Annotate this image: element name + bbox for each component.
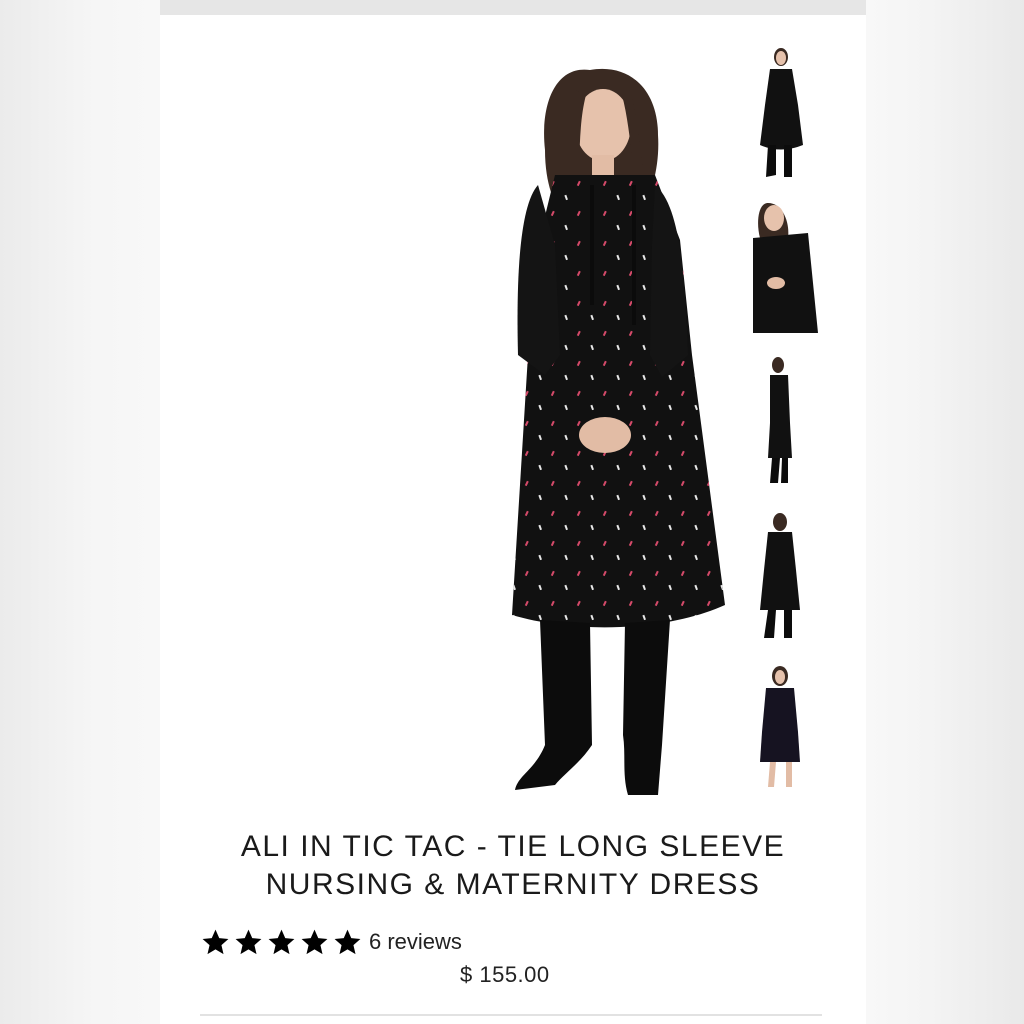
divider bbox=[200, 1014, 822, 1016]
product-title-line-2: NURSING & MATERNITY DRESS bbox=[265, 868, 761, 901]
top-bar bbox=[160, 0, 866, 15]
thumbnail-4[interactable] bbox=[748, 510, 818, 645]
star-icon bbox=[235, 929, 262, 954]
thumbnail-2[interactable] bbox=[748, 198, 818, 333]
page-margin-right bbox=[866, 0, 1024, 1024]
product-title: ALI IN TIC TAC - TIE LONG SLEEVE NURSING… bbox=[200, 828, 826, 904]
star-rating bbox=[200, 927, 363, 958]
main-product-image[interactable] bbox=[340, 55, 740, 800]
product-card: ALI IN TIC TAC - TIE LONG SLEEVE NURSING… bbox=[160, 0, 866, 1024]
star-icon bbox=[202, 929, 229, 954]
thumbnail-3[interactable] bbox=[748, 353, 818, 488]
thumbnail-5[interactable] bbox=[748, 662, 818, 797]
star-icon bbox=[301, 929, 328, 954]
star-icon bbox=[268, 929, 295, 954]
product-title-line-1: ALI IN TIC TAC - TIE LONG SLEEVE bbox=[240, 830, 786, 863]
product-rating[interactable]: 6 reviews bbox=[200, 926, 462, 958]
reviews-link[interactable]: 6 reviews bbox=[369, 929, 462, 955]
page-margin-left bbox=[0, 0, 160, 1024]
star-icon bbox=[334, 929, 361, 954]
product-price: $ 155.00 bbox=[460, 962, 550, 987]
thumbnail-1[interactable] bbox=[748, 45, 818, 180]
